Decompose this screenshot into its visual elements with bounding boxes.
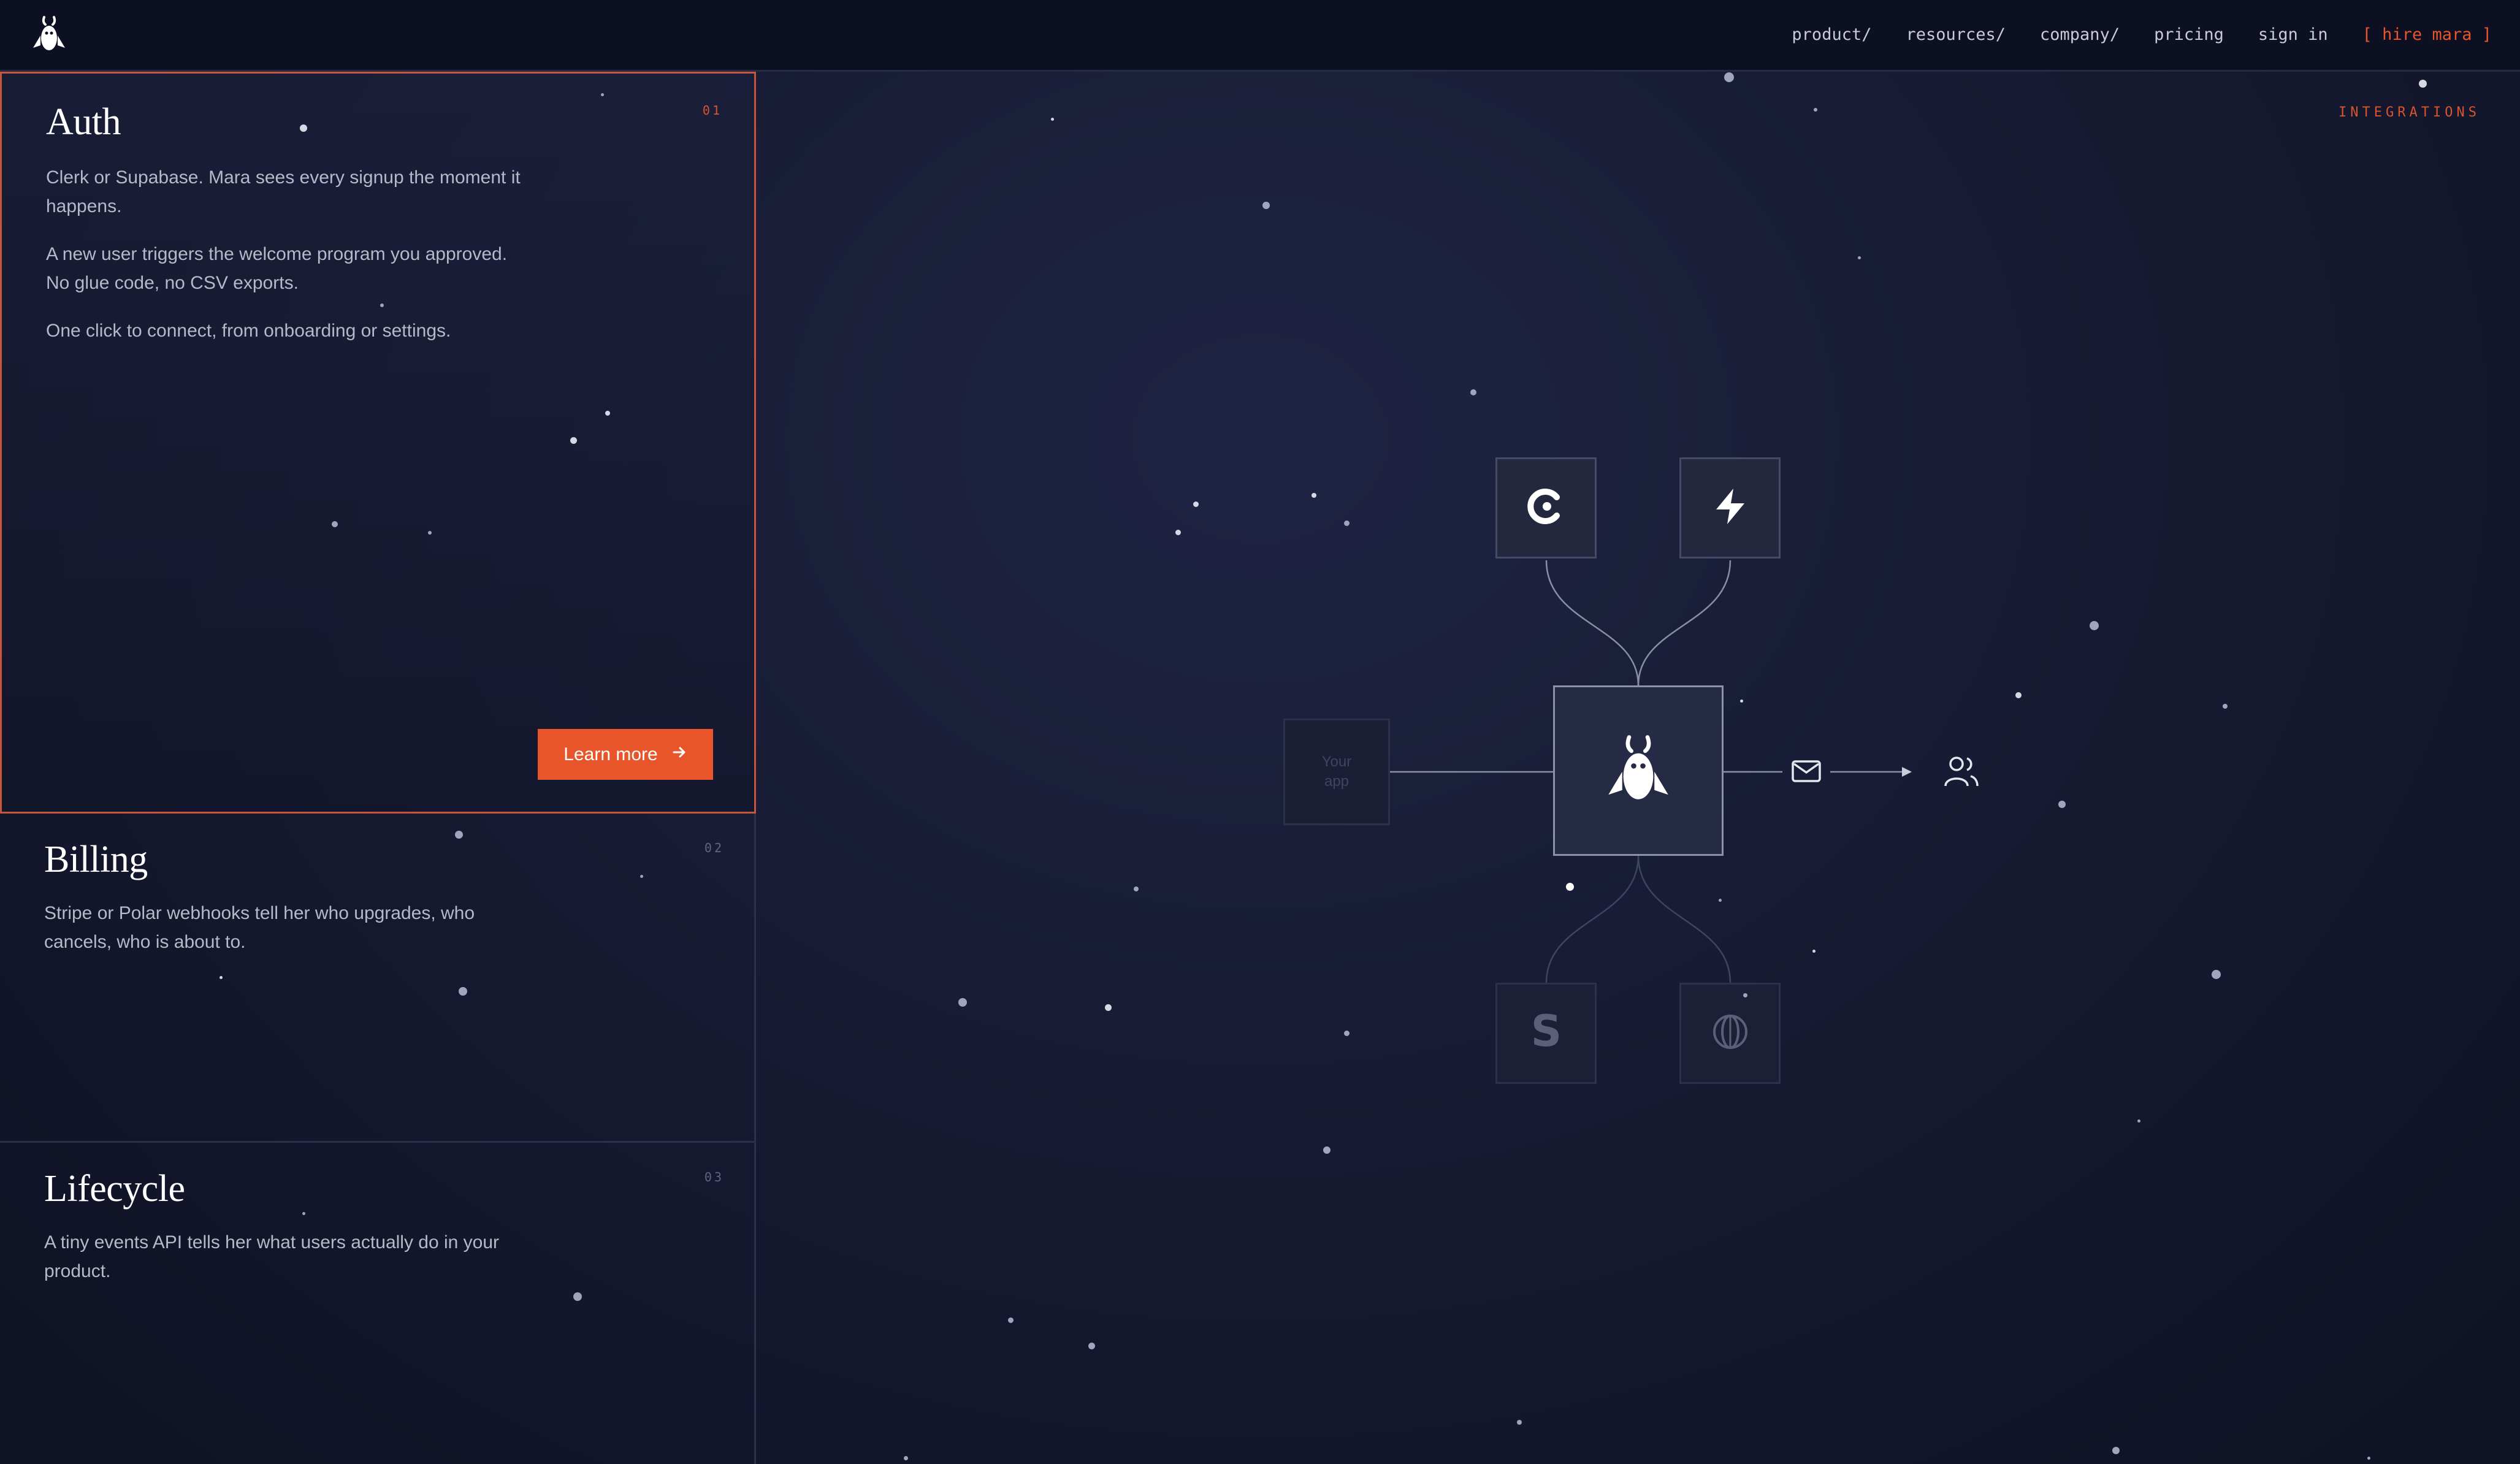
star-dot [640, 875, 643, 878]
star-dot [570, 437, 577, 444]
star-dot [2419, 80, 2427, 88]
mara-center-node[interactable] [1553, 685, 1724, 856]
star-dot [1051, 118, 1054, 121]
star-dot [1312, 493, 1316, 498]
star-dot [573, 1292, 582, 1301]
star-dot [1517, 1420, 1522, 1425]
supabase-icon [1709, 485, 1752, 531]
clerk-icon [1525, 485, 1568, 531]
star-dot [1740, 700, 1743, 703]
svg-text:S: S [1530, 1010, 1561, 1053]
star-dot [2058, 801, 2066, 808]
star-dot [220, 976, 223, 979]
star-dot [2015, 692, 2022, 698]
polar-node[interactable] [1679, 983, 1781, 1084]
star-dot [428, 531, 432, 535]
page: product/ resources/ company/ pricing sig… [0, 0, 2520, 1464]
star-dot [2090, 621, 2099, 630]
star-dot [605, 411, 610, 416]
star-dot [1175, 530, 1181, 535]
supabase-node[interactable] [1679, 457, 1781, 559]
star-dot [1193, 501, 1199, 507]
star-dot [2212, 970, 2221, 979]
star-dot [2137, 1119, 2140, 1123]
star-dot [1470, 389, 1476, 395]
users-icon [1942, 753, 1980, 793]
star-dot [1088, 1343, 1095, 1349]
star-dot [459, 987, 467, 996]
star-dot [1344, 520, 1350, 526]
star-dot [1323, 1146, 1331, 1154]
star-dot [1566, 883, 1574, 891]
star-dot [2367, 1457, 2370, 1460]
star-dot [1262, 202, 1270, 209]
star-dot [332, 521, 338, 527]
star-dot [1105, 1004, 1112, 1011]
star-dot [1344, 1031, 1350, 1036]
star-dot [2223, 704, 2228, 709]
star-dot [380, 303, 384, 307]
star-dot [1814, 108, 1817, 112]
star-dot [1724, 72, 1734, 82]
polar-icon [1711, 1012, 1750, 1054]
star-dot [302, 1212, 305, 1215]
diagram-connectors [1390, 560, 1912, 983]
mara-bunny-icon [1605, 733, 1672, 809]
star-dot [2112, 1447, 2120, 1454]
stripe-node[interactable]: S [1495, 983, 1597, 1084]
star-dot [1812, 950, 1816, 953]
star-dot [958, 998, 967, 1007]
your-app-node[interactable]: Your app [1283, 719, 1390, 825]
stripe-icon: S [1528, 1006, 1565, 1056]
star-dot [904, 1456, 908, 1460]
star-dot [1008, 1317, 1014, 1323]
mail-icon [1791, 759, 1822, 787]
star-dot [455, 831, 463, 839]
star-dot [1858, 256, 1861, 259]
star-dot [1719, 899, 1722, 902]
star-dot [1134, 886, 1139, 891]
clerk-node[interactable] [1495, 457, 1597, 559]
star-dot [300, 124, 307, 132]
star-dot [601, 93, 604, 96]
your-app-label: Your app [1321, 753, 1352, 790]
star-dot [1743, 993, 1747, 997]
